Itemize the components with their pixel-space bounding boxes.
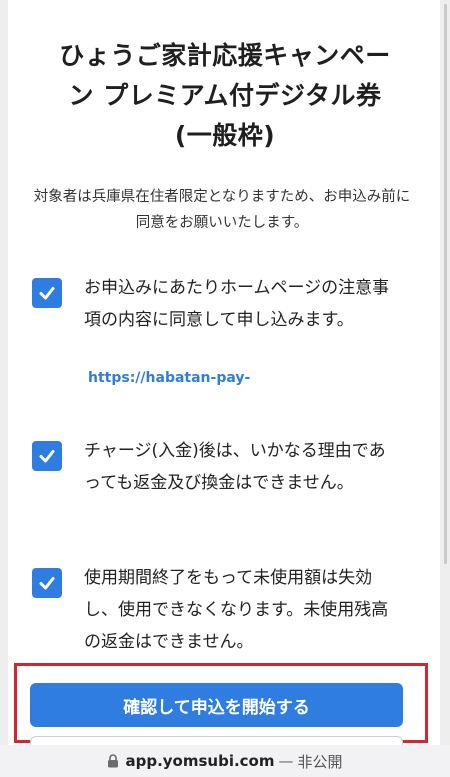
scrollbar-thumb[interactable] [444, 4, 447, 564]
checkmark-icon [39, 577, 55, 590]
checkmark-icon [39, 450, 55, 463]
browser-url-bar[interactable]: app.yomsubi.com — 非公開 [0, 745, 450, 777]
title-line-2: ン プレミアム付デジタル券 [68, 81, 382, 110]
url-separator: — [278, 752, 294, 770]
consent-text-no-refund: チャージ(入金)後は、いかなる理由であっても返金及び換金はできません。 [84, 441, 386, 493]
app-frame: ひょうご家計応援キャンペー ン プレミアム付デジタル券 (一般枠) 対象者は兵庫… [0, 0, 450, 777]
visibility-label: 非公開 [297, 752, 343, 771]
page-title: ひょうご家計応援キャンペー ン プレミアム付デジタル券 (一般枠) [30, 36, 420, 156]
title-line-3: (一般枠) [174, 121, 276, 150]
left-edge [0, 0, 8, 745]
terms-link[interactable]: https://habatan-pay- [88, 370, 250, 386]
eligibility-notice: 対象者は兵庫県在住者限定となりますため、お申込み前に同意をお願いいたします。 [33, 189, 411, 231]
lock-icon [107, 754, 119, 768]
consent-text-terms: お申込みにあたりホームページの注意事項の内容に同意して申し込みます。 [84, 278, 390, 330]
consent-checkbox-expiry[interactable] [32, 568, 62, 598]
checkmark-icon [39, 287, 55, 300]
consent-checkbox-terms[interactable] [32, 278, 62, 308]
url-domain: app.yomsubi.com [125, 752, 275, 770]
start-application-button[interactable]: 確認して申込を開始する [30, 683, 403, 727]
consent-checkbox-no-refund[interactable] [32, 441, 62, 471]
consent-text-expiry: 使用期間終了をもって未使用額は失効し、使用できなくなります。未使用残高の返金はで… [84, 568, 389, 652]
title-line-1: ひょうご家計応援キャンペー [59, 41, 391, 70]
